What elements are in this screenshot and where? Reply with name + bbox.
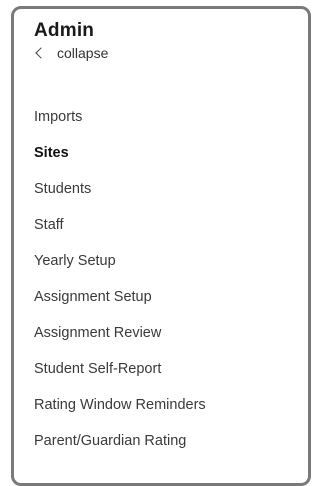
sidebar-item-student-self-report[interactable]: Student Self-Report: [34, 351, 206, 387]
sidebar-item-assignment-setup[interactable]: Assignment Setup: [34, 279, 206, 315]
sidebar-nav: Imports Sites Students Staff Yearly Setu…: [34, 99, 206, 459]
sidebar-item-imports[interactable]: Imports: [34, 99, 206, 135]
sidebar-item-parent-guardian-rating[interactable]: Parent/Guardian Rating: [34, 423, 206, 459]
sidebar-title: Admin: [34, 20, 95, 41]
sidebar-item-sites[interactable]: Sites: [34, 135, 206, 171]
sidebar-item-assignment-review[interactable]: Assignment Review: [34, 315, 206, 351]
chevron-left-icon: [35, 47, 47, 59]
sidebar-header: Admin collapse: [34, 20, 108, 61]
sidebar-item-yearly-setup[interactable]: Yearly Setup: [34, 243, 206, 279]
sidebar-item-students[interactable]: Students: [34, 171, 206, 207]
collapse-button[interactable]: collapse: [34, 45, 108, 61]
sidebar-item-staff[interactable]: Staff: [34, 207, 206, 243]
sidebar-item-rating-window-reminders[interactable]: Rating Window Reminders: [34, 387, 206, 423]
admin-sidebar-panel: Admin collapse Imports Sites Students St…: [11, 6, 311, 486]
collapse-label: collapse: [57, 45, 109, 61]
